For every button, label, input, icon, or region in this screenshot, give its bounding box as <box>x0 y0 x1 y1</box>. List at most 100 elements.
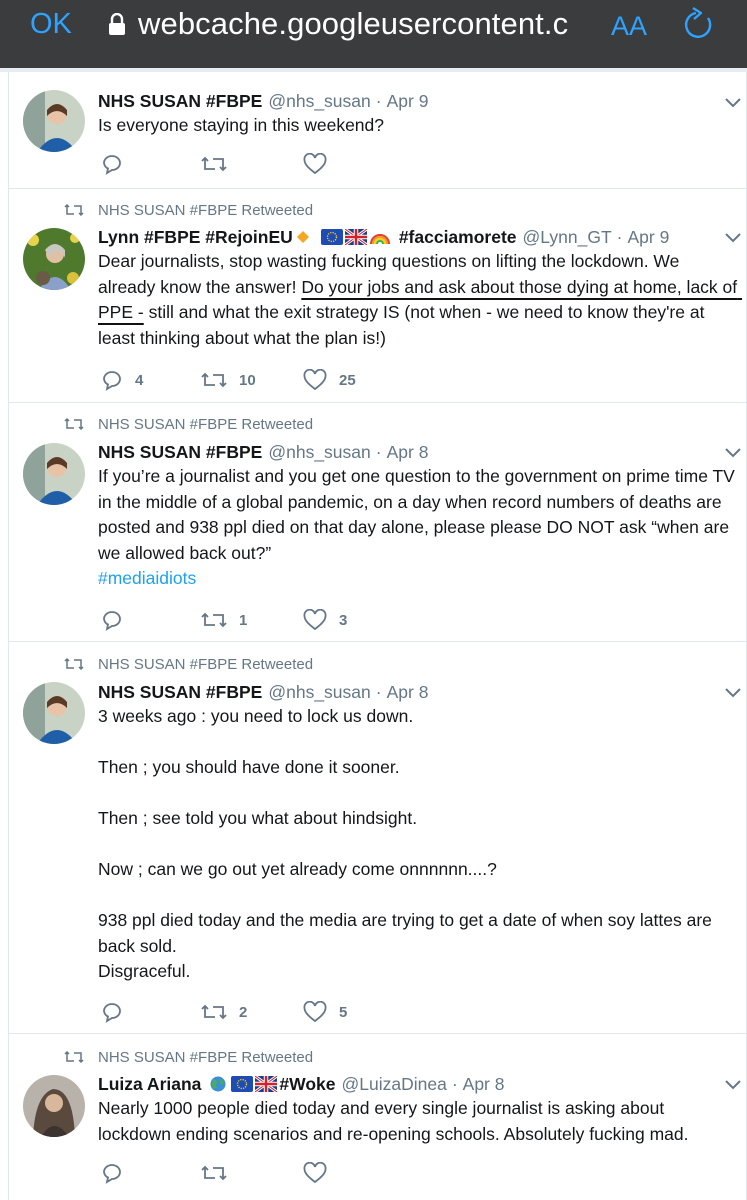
retweet-context-label[interactable]: NHS SUSAN #FBPE Retweeted <box>98 656 313 673</box>
heart-icon <box>303 153 327 175</box>
author-name[interactable]: NHS SUSAN #FBPE <box>98 682 262 703</box>
tweet-card[interactable]: NHS SUSAN #FBPE Retweeted Lynn #FBPE #Re… <box>9 189 747 403</box>
reply-button[interactable] <box>101 607 123 633</box>
reply-icon <box>103 1164 121 1184</box>
tweet-timeline[interactable]: NHS SUSAN #FBPE @nhs_susan · Apr 9 Is ev… <box>0 72 747 1200</box>
avatar[interactable] <box>23 682 85 744</box>
uk-flag-icon <box>255 1076 278 1092</box>
tweet-card[interactable]: NHS SUSAN #FBPE Retweeted Luiza Ariana #… <box>9 1034 747 1200</box>
author-name-suffix[interactable]: #Woke <box>279 1074 335 1095</box>
heart-icon <box>303 1001 327 1023</box>
like-button[interactable]: 5 <box>303 999 347 1025</box>
retweet-context: NHS SUSAN #FBPE Retweeted <box>64 653 313 675</box>
chevron-down-icon[interactable] <box>725 688 741 698</box>
tweet-date[interactable]: Apr 9 <box>387 91 429 112</box>
retweet-count: 10 <box>239 371 256 389</box>
avatar[interactable] <box>23 228 85 290</box>
tweet-text: Is everyone staying in this weekend? <box>98 115 384 135</box>
retweet-count: 2 <box>239 1003 248 1021</box>
orange-diamond-icon <box>296 231 309 243</box>
tweet-date[interactable]: Apr 9 <box>627 227 669 248</box>
tweet-text: Nearly 1000 people died today and every … <box>98 1098 689 1144</box>
retweet-icon <box>201 156 227 172</box>
author-handle[interactable]: @nhs_susan <box>268 442 370 463</box>
like-count: 5 <box>339 1003 348 1021</box>
retweet-button[interactable] <box>201 151 227 177</box>
tweet-card[interactable]: NHS SUSAN #FBPE @nhs_susan · Apr 9 Is ev… <box>9 72 747 189</box>
author-name[interactable]: NHS SUSAN #FBPE <box>98 91 262 112</box>
browser-toolbar: OK webcache.googleusercontent.c AA <box>0 0 747 68</box>
hashtag-link[interactable]: #mediaidiots <box>98 568 196 588</box>
reply-button[interactable]: 4 <box>101 367 143 393</box>
tweet-date[interactable]: Apr 8 <box>463 1074 505 1095</box>
done-button[interactable]: OK <box>30 8 72 41</box>
author-name[interactable]: Lynn #FBPE #RejoinEU <box>98 227 293 248</box>
like-button[interactable]: 25 <box>303 367 356 393</box>
eu-flag-icon <box>231 1076 254 1092</box>
author-name-suffix[interactable]: #facciamorete <box>399 227 517 248</box>
retweet-count: 1 <box>239 611 248 629</box>
tweet-card[interactable]: NHS SUSAN #FBPE Retweeted NHS SUSAN #FBP… <box>9 403 747 642</box>
retweet-context-label[interactable]: NHS SUSAN #FBPE Retweeted <box>98 416 313 433</box>
retweet-icon <box>64 417 84 431</box>
retweet-icon <box>64 1050 84 1064</box>
reply-icon <box>103 155 121 175</box>
retweet-icon <box>64 657 84 671</box>
chevron-down-icon[interactable] <box>725 448 741 458</box>
reply-button[interactable] <box>101 999 123 1025</box>
heart-icon <box>303 609 327 631</box>
uk-flag-icon <box>344 229 367 245</box>
header-separator: · <box>375 681 382 702</box>
text-size-button[interactable]: AA <box>611 11 647 42</box>
heart-icon <box>303 369 327 391</box>
header-separator: · <box>616 226 623 247</box>
header-separator: · <box>375 441 382 462</box>
author-handle[interactable]: @Lynn_GT <box>523 227 612 248</box>
retweet-button[interactable]: 1 <box>201 607 247 633</box>
tweet-text: If you’re a journalist and you get one q… <box>98 464 738 592</box>
reply-button[interactable] <box>101 1160 123 1186</box>
author-handle[interactable]: @nhs_susan <box>268 682 370 703</box>
reply-icon <box>103 611 121 631</box>
reply-count: 4 <box>135 371 144 389</box>
tweet-text-body: If you’re a journalist and you get one q… <box>98 466 740 563</box>
author-name[interactable]: Luiza Ariana <box>98 1074 201 1095</box>
tweet-date[interactable]: Apr 8 <box>387 682 429 703</box>
retweet-button[interactable]: 2 <box>201 999 247 1025</box>
author-name[interactable]: NHS SUSAN #FBPE <box>98 442 262 463</box>
like-button[interactable] <box>303 151 327 177</box>
chevron-down-icon[interactable] <box>725 233 741 243</box>
retweet-icon <box>201 372 227 388</box>
retweet-icon <box>201 1165 227 1181</box>
tweet-actions: 2 5 <box>101 999 401 1025</box>
tweet-actions <box>101 151 401 177</box>
tweet-actions <box>101 1160 401 1186</box>
globe-icon <box>210 1076 226 1092</box>
tweet-card[interactable]: NHS SUSAN #FBPE Retweeted NHS SUSAN #FBP… <box>9 642 747 1034</box>
address-bar-url[interactable]: webcache.googleusercontent.c <box>138 6 600 42</box>
like-button[interactable]: 3 <box>303 607 347 633</box>
retweet-context-label[interactable]: NHS SUSAN #FBPE Retweeted <box>98 1049 313 1066</box>
retweet-button[interactable] <box>201 1160 227 1186</box>
header-separator: · <box>451 1073 458 1094</box>
tweet-date[interactable]: Apr 8 <box>387 442 429 463</box>
retweet-context-label[interactable]: NHS SUSAN #FBPE Retweeted <box>98 202 313 219</box>
like-count: 3 <box>339 611 348 629</box>
text-size-label: AA <box>611 11 648 41</box>
author-handle[interactable]: @nhs_susan <box>268 91 370 112</box>
avatar[interactable] <box>23 443 85 505</box>
avatar[interactable] <box>23 90 85 152</box>
like-button[interactable] <box>303 1160 327 1186</box>
chevron-down-icon[interactable] <box>725 1080 741 1090</box>
retweet-icon <box>201 1004 227 1020</box>
tweet-header: Lynn #FBPE #RejoinEU #facciamorete @Lynn… <box>98 225 669 249</box>
avatar[interactable] <box>23 1075 85 1137</box>
reply-button[interactable] <box>101 151 123 177</box>
author-handle[interactable]: @LuizaDinea <box>342 1074 447 1095</box>
reply-icon <box>103 371 121 391</box>
tweet-header: Luiza Ariana #Woke @LuizaDinea · Apr 8 <box>98 1072 504 1096</box>
chevron-down-icon[interactable] <box>725 98 741 108</box>
retweet-button[interactable]: 10 <box>201 367 256 393</box>
like-count: 25 <box>339 371 356 389</box>
reload-icon[interactable] <box>682 6 716 42</box>
